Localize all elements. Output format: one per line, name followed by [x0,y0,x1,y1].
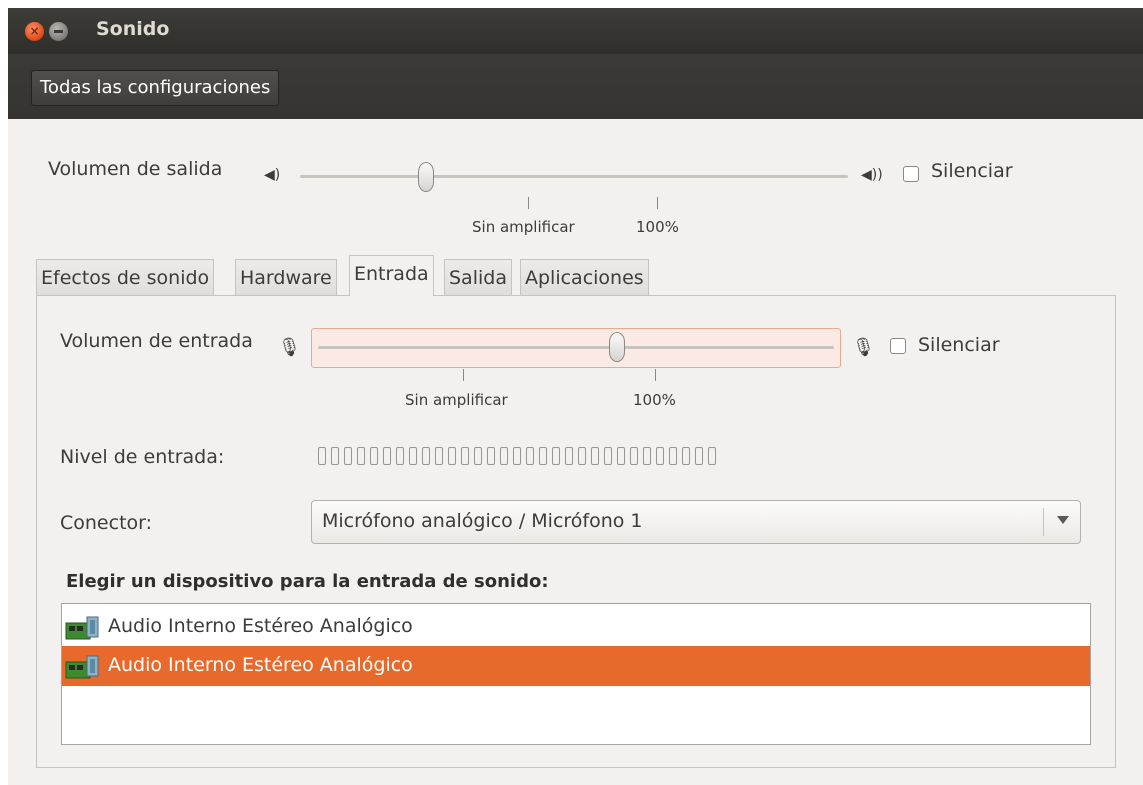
level-meter-segment [383,447,391,465]
sound-card-icon [65,655,99,679]
output-volume-track[interactable] [300,175,848,178]
level-meter-segment [513,447,521,465]
output-mute-checkbox[interactable] [903,166,919,182]
connector-dropdown[interactable]: Micrófono analógico / Micrófono 1 [311,500,1081,544]
list-item[interactable]: Audio Interno Estéreo Analógico [62,607,1090,647]
level-meter-segment [682,447,690,465]
minimize-window-button[interactable] [49,22,68,41]
level-meter-segment [448,447,456,465]
level-meter-segment [461,447,469,465]
level-meter-segment [357,447,365,465]
output-volume-label: Volumen de salida [48,158,223,180]
output-tick-unamplified-label: Sin amplificar [472,218,575,236]
level-meter-segment [695,447,703,465]
level-meter-segment [422,447,430,465]
level-meter-segment [669,447,677,465]
sound-card-icon [65,616,99,640]
title-bar: × Sonido [8,8,1143,54]
level-meter-segment [552,447,560,465]
input-tick-100-label: 100% [633,391,676,409]
level-meter-segment [474,447,482,465]
input-volume-label: Volumen de entrada [60,330,253,352]
level-meter-segment [396,447,404,465]
input-tick-100 [655,369,656,381]
level-meter-segment [565,447,573,465]
all-settings-button[interactable]: Todas las configuraciones [31,70,280,106]
output-tick-unamplified [528,197,529,209]
level-meter-segment [539,447,547,465]
input-volume-slider-knob[interactable] [609,332,625,362]
output-tick-100-label: 100% [636,218,679,236]
output-tick-100 [657,197,658,209]
device-name: Audio Interno Estéreo Analógico [108,654,413,676]
level-meter-segment [630,447,638,465]
device-name: Audio Interno Estéreo Analógico [108,615,413,637]
input-tick-unamplified-label: Sin amplificar [405,391,508,409]
tab-input[interactable]: Entrada [349,255,434,296]
input-mute-checkbox[interactable] [890,338,906,354]
level-meter-segment [500,447,508,465]
level-meter-segment [318,447,326,465]
level-meter-segment [526,447,534,465]
input-device-list[interactable]: Audio Interno Estéreo Analógico Audio In… [61,603,1091,745]
level-meter-segment [409,447,417,465]
chevron-down-icon [1057,516,1069,524]
output-volume-slider-knob[interactable] [418,162,434,192]
connector-dropdown-value: Micrófono analógico / Micrófono 1 [322,510,643,532]
level-meter-segment [591,447,599,465]
input-level-label: Nivel de entrada: [60,446,225,468]
input-tick-unamplified [463,369,464,381]
level-meter-segment [578,447,586,465]
level-meter-segment [331,447,339,465]
level-meter-segment [643,447,651,465]
list-item-selected[interactable]: Audio Interno Estéreo Analógico [62,646,1090,686]
tab-applications[interactable]: Aplicaciones [520,259,649,295]
level-meter-segment [708,447,716,465]
level-meter-segment [617,447,625,465]
level-meter-segment [604,447,612,465]
level-meter-segment [656,447,664,465]
level-meter-segment [370,447,378,465]
level-meter-segment [435,447,443,465]
microphone-low-icon: 🎙 [278,337,301,358]
toolbar: Todas las configuraciones [8,54,1143,119]
input-volume-track[interactable] [318,346,834,349]
level-meter-segment [344,447,352,465]
microphone-high-icon: 🎙 [852,337,875,358]
input-level-meter [318,447,716,465]
close-window-button[interactable]: × [25,22,44,41]
tab-sound-effects[interactable]: Efectos de sonido [36,259,215,295]
dropdown-separator [1043,508,1044,536]
speaker-high-icon: ◀︎)) [861,167,883,183]
window-title: Sonido [96,18,170,40]
tab-output[interactable]: Salida [444,259,512,295]
connector-label: Conector: [60,512,153,534]
input-mute-label: Silenciar [918,334,1000,356]
level-meter-segment [487,447,495,465]
device-list-heading: Elegir un dispositivo para la entrada de… [66,571,549,592]
output-mute-label: Silenciar [931,160,1013,182]
speaker-low-icon: ◀︎) [264,167,281,183]
tab-hardware[interactable]: Hardware [235,259,337,295]
